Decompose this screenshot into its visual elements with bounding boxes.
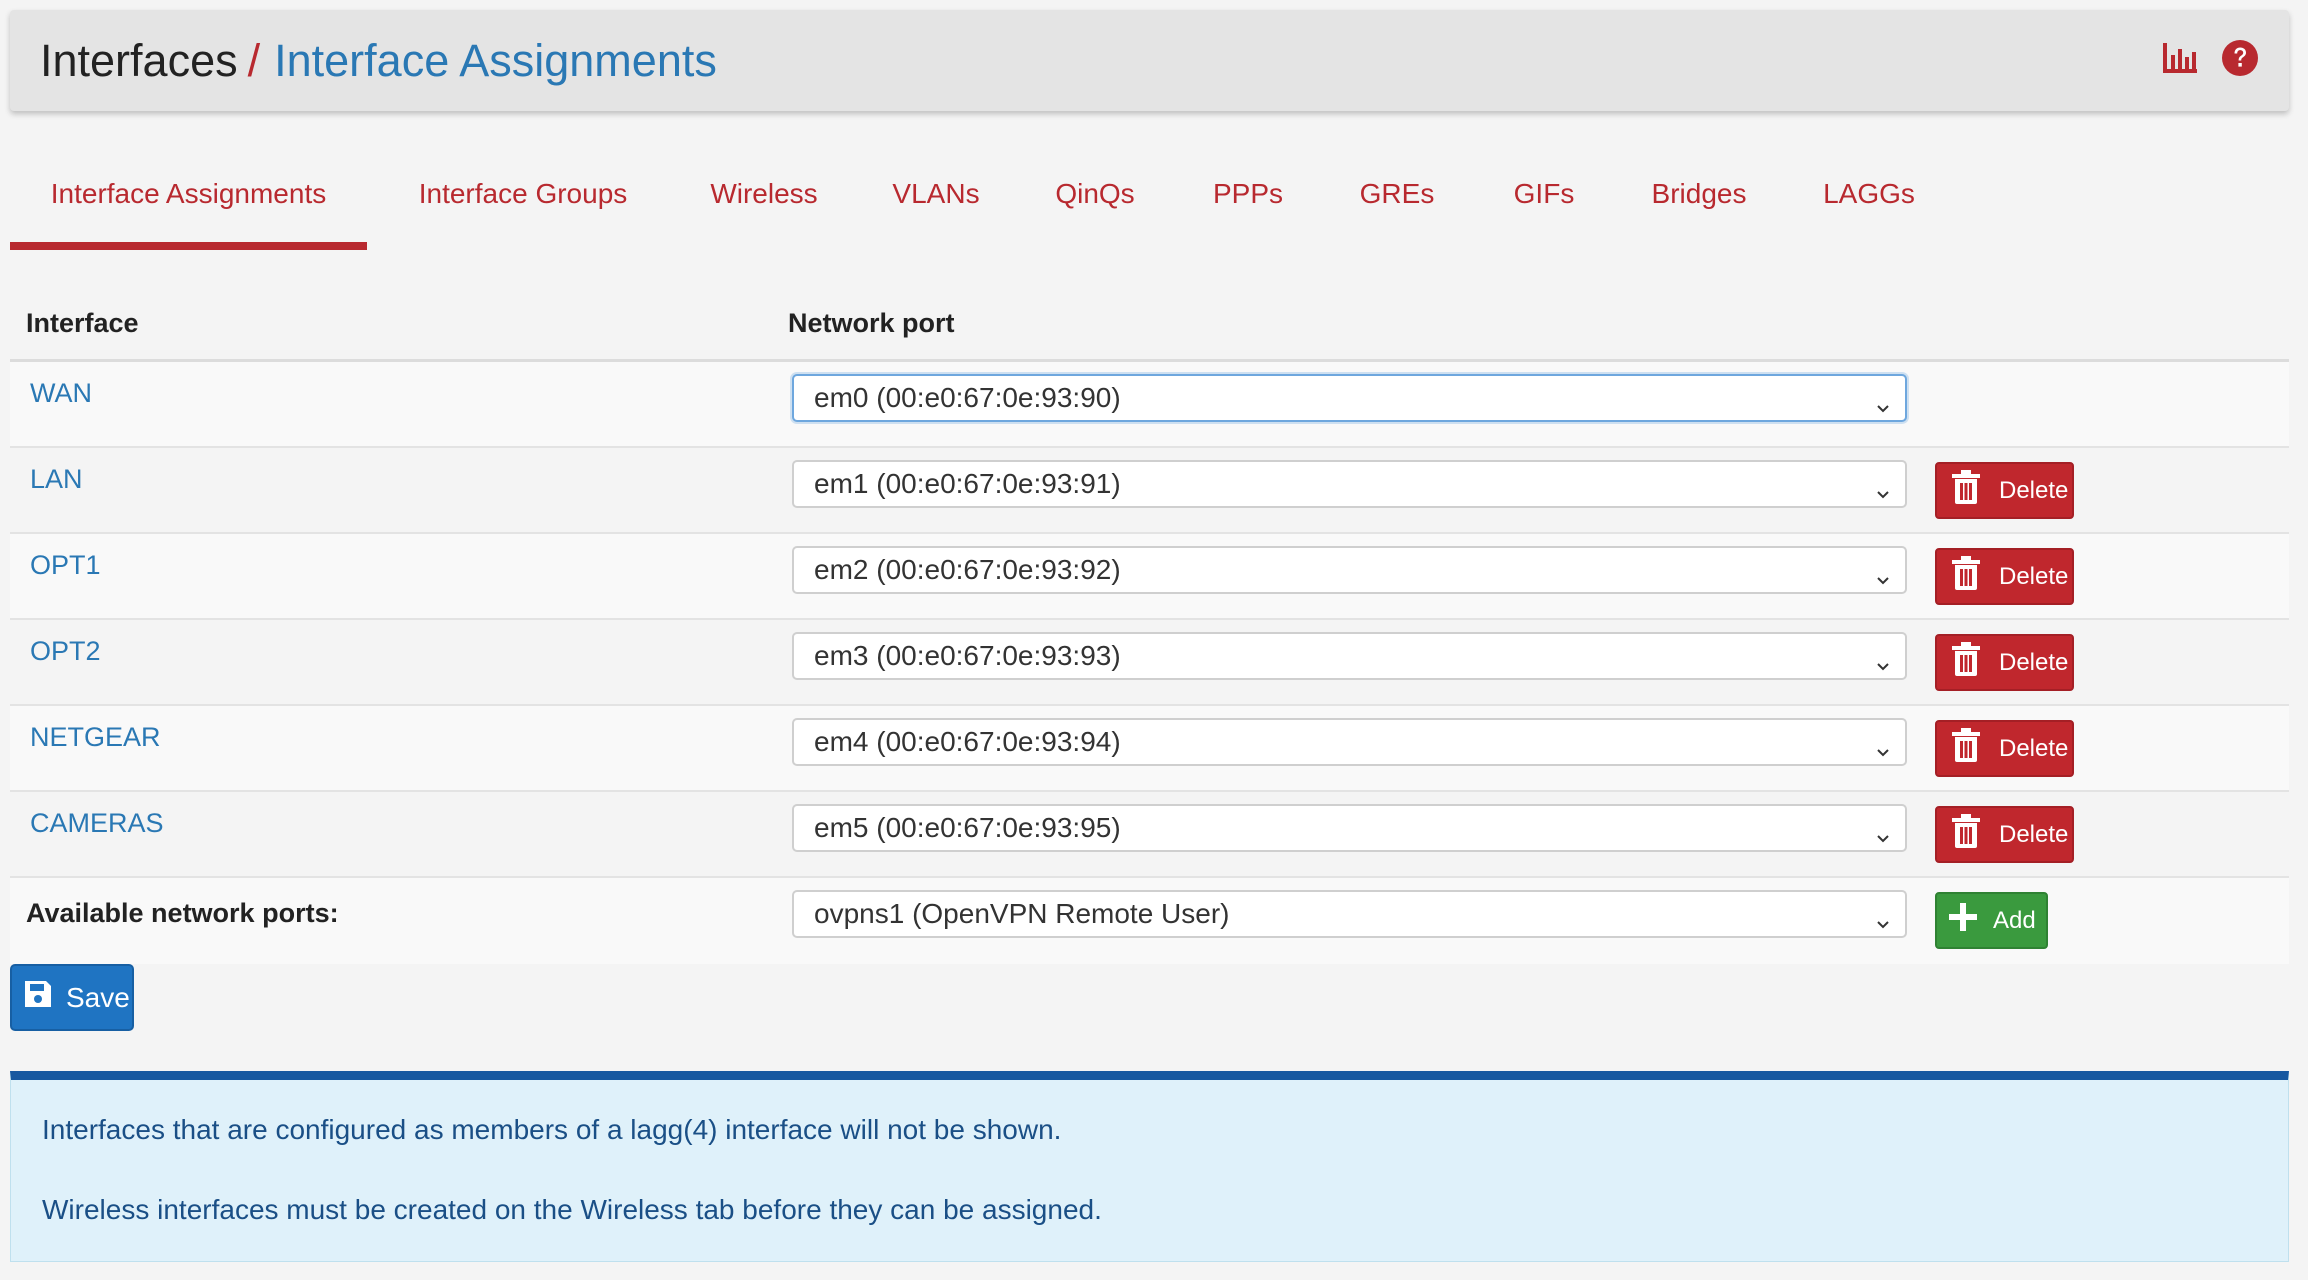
select-value: em0 (00:e0:67:0e:93:90) <box>814 382 1121 413</box>
tab-vlans[interactable]: VLANs <box>862 160 1010 250</box>
breadcrumb-separator: / <box>247 34 261 86</box>
trash-icon <box>1951 728 1981 769</box>
tab-ppps[interactable]: PPPs <box>1180 160 1316 250</box>
save-label: Save <box>66 981 130 1013</box>
column-header-network-port: Network port <box>788 308 955 338</box>
info-line-lagg: Interfaces that are configured as member… <box>42 1114 1062 1145</box>
interface-link-cameras[interactable]: CAMERAS <box>30 808 164 839</box>
delete-button-opt1[interactable]: Delete <box>1935 548 2074 605</box>
interface-link-netgear[interactable]: NETGEAR <box>30 722 161 753</box>
chevron-down-icon <box>1875 391 1891 423</box>
tab-bar: Interface Assignments Interface Groups W… <box>10 160 2289 250</box>
delete-button-netgear[interactable]: Delete <box>1935 720 2074 777</box>
tab-laggs[interactable]: LAGGs <box>1794 160 1944 250</box>
tab-gres[interactable]: GREs <box>1328 160 1466 250</box>
add-label: Add <box>1993 906 2036 934</box>
table-row: CAMERAS em5 (00:e0:67:0e:93:95) Delete <box>10 792 2289 878</box>
tab-bridges[interactable]: Bridges <box>1618 160 1780 250</box>
trash-icon <box>1951 642 1981 683</box>
interface-link-opt1[interactable]: OPT1 <box>30 550 101 581</box>
available-ports-label: Available network ports: <box>26 898 339 928</box>
network-port-select-wan[interactable]: em0 (00:e0:67:0e:93:90) <box>792 374 1907 422</box>
interface-assignments-table: Interface Network port WAN em0 (00:e0:67… <box>10 290 2289 964</box>
tab-interface-groups[interactable]: Interface Groups <box>380 160 666 250</box>
network-port-select-opt1[interactable]: em2 (00:e0:67:0e:93:92) <box>792 546 1907 594</box>
available-port-select[interactable]: ovpns1 (OpenVPN Remote User) <box>792 890 1907 938</box>
chevron-down-icon <box>1875 563 1891 595</box>
network-port-select-opt2[interactable]: em3 (00:e0:67:0e:93:93) <box>792 632 1907 680</box>
chevron-down-icon <box>1875 821 1891 853</box>
select-value: em4 (00:e0:67:0e:93:94) <box>814 726 1121 757</box>
info-alert: Interfaces that are configured as member… <box>10 1071 2289 1262</box>
trash-icon <box>1951 470 1981 511</box>
save-icon <box>22 978 54 1017</box>
table-row: OPT2 em3 (00:e0:67:0e:93:93) Delete <box>10 620 2289 706</box>
table-row: NETGEAR em4 (00:e0:67:0e:93:94) Delete <box>10 706 2289 792</box>
plus-icon <box>1947 901 1979 940</box>
bar-chart-icon[interactable] <box>2161 41 2199 80</box>
delete-button-opt2[interactable]: Delete <box>1935 634 2074 691</box>
table-header: Interface Network port <box>10 290 2289 362</box>
select-value: em5 (00:e0:67:0e:93:95) <box>814 812 1121 843</box>
tab-wireless[interactable]: Wireless <box>684 160 844 250</box>
tab-gifs[interactable]: GIFs <box>1482 160 1606 250</box>
network-port-select-netgear[interactable]: em4 (00:e0:67:0e:93:94) <box>792 718 1907 766</box>
chevron-down-icon <box>1875 477 1891 509</box>
page-header: Interfaces / Interface Assignments <box>10 10 2289 111</box>
column-header-interface: Interface <box>26 308 139 338</box>
delete-label: Delete <box>1999 648 2069 676</box>
network-port-select-lan[interactable]: em1 (00:e0:67:0e:93:91) <box>792 460 1907 508</box>
delete-button-cameras[interactable]: Delete <box>1935 806 2074 863</box>
interface-link-lan[interactable]: LAN <box>30 464 83 495</box>
interface-link-opt2[interactable]: OPT2 <box>30 636 101 667</box>
chevron-down-icon <box>1875 649 1891 681</box>
interface-link-wan[interactable]: WAN <box>30 378 92 409</box>
tab-qinqs[interactable]: QinQs <box>1022 160 1168 250</box>
chevron-down-icon <box>1875 907 1891 939</box>
info-line-wireless: Wireless interfaces must be created on t… <box>42 1194 1102 1225</box>
delete-label: Delete <box>1999 476 2069 504</box>
save-button[interactable]: Save <box>10 964 134 1031</box>
breadcrumb: Interfaces / Interface Assignments <box>40 10 717 111</box>
table-row: OPT1 em2 (00:e0:67:0e:93:92) Delete <box>10 534 2289 620</box>
select-value: em2 (00:e0:67:0e:93:92) <box>814 554 1121 585</box>
breadcrumb-current[interactable]: Interface Assignments <box>274 35 717 87</box>
chevron-down-icon <box>1875 735 1891 767</box>
network-port-select-cameras[interactable]: em5 (00:e0:67:0e:93:95) <box>792 804 1907 852</box>
trash-icon <box>1951 814 1981 855</box>
select-value: em1 (00:e0:67:0e:93:91) <box>814 468 1121 499</box>
breadcrumb-root[interactable]: Interfaces <box>40 35 238 87</box>
select-value: ovpns1 (OpenVPN Remote User) <box>814 898 1230 929</box>
tab-interface-assignments[interactable]: Interface Assignments <box>10 160 367 250</box>
delete-button-lan[interactable]: Delete <box>1935 462 2074 519</box>
trash-icon <box>1951 556 1981 597</box>
delete-label: Delete <box>1999 562 2069 590</box>
select-value: em3 (00:e0:67:0e:93:93) <box>814 640 1121 671</box>
available-ports-row: Available network ports: ovpns1 (OpenVPN… <box>10 878 2289 964</box>
table-row: LAN em1 (00:e0:67:0e:93:91) Delete <box>10 448 2289 534</box>
header-icons <box>2161 10 2259 111</box>
table-row: WAN em0 (00:e0:67:0e:93:90) <box>10 362 2289 448</box>
add-button[interactable]: Add <box>1935 892 2048 949</box>
delete-label: Delete <box>1999 734 2069 762</box>
delete-label: Delete <box>1999 820 2069 848</box>
help-icon[interactable] <box>2221 39 2259 82</box>
